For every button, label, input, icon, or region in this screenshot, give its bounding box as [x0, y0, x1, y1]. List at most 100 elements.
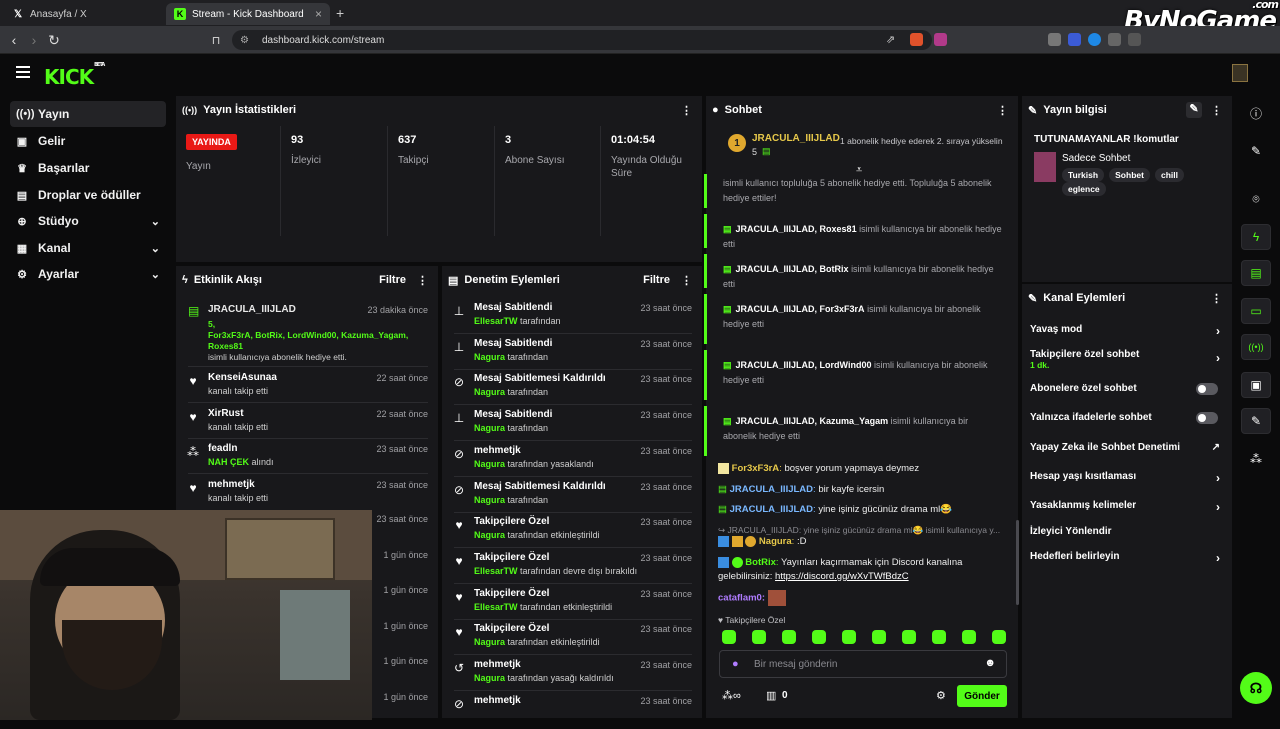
document-icon[interactable]: ▤	[1241, 260, 1271, 286]
support-icon[interactable]: ☊	[1240, 672, 1272, 704]
more-options-icon[interactable]: ⋮	[997, 104, 1008, 117]
more-options-icon[interactable]: ⋮	[681, 104, 692, 117]
new-tab-button[interactable]: +	[336, 5, 344, 21]
moderator-name[interactable]: Nagura	[474, 387, 505, 397]
action-ai-moderation[interactable]: Yapay Zeka ile Sohbet Denetimi ↗	[1030, 442, 1226, 456]
gifter-name[interactable]: JRACULA_IIIJLAD	[736, 304, 815, 314]
moderator-name[interactable]: EllesarTW	[474, 316, 518, 326]
reload-icon[interactable]: ↻	[46, 32, 62, 48]
lightning-icon[interactable]: ϟ	[1241, 224, 1271, 250]
rewards-icon[interactable]	[934, 33, 947, 46]
tab-kick-dashboard[interactable]: K Stream - Kick Dashboard ×	[166, 3, 330, 25]
emote-icon[interactable]	[962, 630, 976, 644]
moderator-name[interactable]: Nagura	[474, 495, 505, 505]
emote-icon[interactable]	[932, 630, 946, 644]
toggle-switch[interactable]	[1196, 412, 1218, 424]
toggle-switch[interactable]	[1196, 383, 1218, 395]
wrench-icon[interactable]: ✎	[1241, 408, 1271, 434]
kick-logo[interactable]: KICKBETA	[44, 62, 105, 89]
brave-shield-icon[interactable]	[910, 33, 923, 46]
gifter-name[interactable]: JRACULA_IIIJLAD	[736, 264, 815, 274]
back-icon[interactable]: ‹	[6, 32, 22, 48]
sidebar-toggle-icon[interactable]	[1128, 33, 1141, 46]
pencil-icon[interactable]: ✎	[1241, 138, 1271, 164]
emote-icon[interactable]	[722, 630, 736, 644]
kicks-icon[interactable]: ⁂	[1241, 446, 1271, 472]
recipient-name[interactable]: BotRix	[820, 264, 849, 274]
gifter-name[interactable]: JRACULA_IIIJLAD	[736, 416, 815, 426]
emote-icon[interactable]	[782, 630, 796, 644]
moderator-name[interactable]: Nagura	[474, 423, 505, 433]
share-icon[interactable]: ⇗	[886, 33, 899, 46]
emote-icon[interactable]	[992, 630, 1006, 644]
filter-button[interactable]: Filtre	[643, 274, 670, 286]
moderator-name[interactable]: EllesarTW	[474, 566, 518, 576]
more-options-icon[interactable]: ⋮	[1211, 104, 1222, 117]
action-account-age[interactable]: Hesap yaşı kısıtlaması ›	[1030, 471, 1226, 485]
chat-icon[interactable]: ▭	[1241, 298, 1271, 324]
action-goals[interactable]: Hedefleri belirleyin ›	[1030, 551, 1226, 565]
tag[interactable]: Sohbet	[1109, 168, 1150, 182]
info-icon[interactable]: ⓘ	[1241, 100, 1271, 126]
tag[interactable]: eglence	[1062, 182, 1106, 196]
chat-scrollbar[interactable]	[1016, 520, 1019, 605]
moderator-name[interactable]: Nagura	[474, 459, 505, 469]
action-followers-only[interactable]: Takipçilere özel sohbet 1 dk. ›	[1030, 349, 1226, 373]
microphone-icon[interactable]: ●	[732, 658, 739, 670]
extension-icon[interactable]	[1088, 33, 1101, 46]
puzzle-icon[interactable]	[1108, 33, 1121, 46]
chat-input[interactable]: ● Bir mesaj gönderin ☻	[719, 650, 1007, 678]
sidebar-item-ayarlar[interactable]: ⚙ Ayarlar ⌄	[10, 261, 166, 287]
edit-icon[interactable]: ✎	[1186, 102, 1202, 118]
gifter-name[interactable]: JRACULA_IIIJLAD	[736, 224, 815, 234]
sidebar-item-gelir[interactable]: ▣ Gelir	[10, 128, 166, 154]
emoji-icon[interactable]: ☻	[984, 657, 996, 669]
sidebar-item-studyo[interactable]: ⊕ Stüdyo ⌄	[10, 208, 166, 234]
bookmark-icon[interactable]: ⊓	[208, 32, 224, 48]
action-slow-mode[interactable]: Yavaş mod ›	[1030, 324, 1226, 338]
extension-icon[interactable]	[1048, 33, 1061, 46]
kicks-icon[interactable]: ⁂∞	[722, 689, 741, 702]
more-options-icon[interactable]: ⋮	[681, 274, 692, 287]
forward-icon[interactable]: ›	[26, 32, 42, 48]
chat-user[interactable]: For3xF3rA	[732, 463, 780, 474]
sidebar-item-droplar[interactable]: ▤ Droplar ve ödüller	[10, 182, 166, 208]
chat-user[interactable]: cataflam0:	[718, 593, 765, 604]
recipient-name[interactable]: For3xF3rA	[820, 304, 865, 314]
capture-icon[interactable]: ⌾	[1241, 186, 1271, 212]
recipient-name[interactable]: Kazuma_Yagam	[820, 416, 889, 426]
avatar[interactable]	[1232, 64, 1248, 82]
category-name[interactable]: Sadece Sohbet	[1062, 153, 1130, 164]
layout-icon[interactable]: ▣	[1241, 372, 1271, 398]
chat-user[interactable]: BotRix	[745, 557, 776, 568]
settings-icon[interactable]: ⚙	[936, 689, 946, 702]
menu-icon[interactable]	[16, 66, 30, 78]
url-field[interactable]: ⚙ dashboard.kick.com/stream	[232, 30, 932, 50]
recipient-name[interactable]: Roxes81	[820, 224, 857, 234]
action-banned-words[interactable]: Yasaklanmış kelimeler ›	[1030, 500, 1226, 514]
recipient-name[interactable]: LordWind00	[820, 360, 872, 370]
moderator-name[interactable]: EllesarTW	[474, 602, 518, 612]
more-options-icon[interactable]: ⋮	[417, 274, 428, 287]
gifter-name[interactable]: JRACULA_IIIJLAD	[736, 360, 815, 370]
moderator-name[interactable]: Nagura	[474, 530, 505, 540]
sidebar-item-yayin[interactable]: ((•)) Yayın	[10, 101, 166, 127]
more-options-icon[interactable]: ⋮	[1211, 292, 1222, 305]
discord-link[interactable]: https://discord.gg/wXvTWfBdzC	[775, 571, 909, 582]
sidebar-item-basarilar[interactable]: ♛ Başarılar	[10, 155, 166, 181]
tab-x[interactable]: 𝕏 Anasayfa / X	[4, 3, 164, 25]
moderator-name[interactable]: Nagura	[474, 673, 505, 683]
site-info-icon[interactable]: ⚙	[240, 35, 249, 46]
emote-icon[interactable]	[842, 630, 856, 644]
filter-button[interactable]: Filtre	[379, 274, 406, 286]
chat-user[interactable]: JRACULA_IIIJLAD	[730, 484, 813, 495]
moderator-name[interactable]: Nagura	[474, 637, 505, 647]
tag[interactable]: Turkish	[1062, 168, 1105, 182]
tag[interactable]: chill	[1155, 168, 1185, 182]
gift-box-icon[interactable]: ▥	[766, 689, 776, 702]
close-tab-icon[interactable]: ×	[315, 7, 322, 21]
emote-icon[interactable]	[902, 630, 916, 644]
emote-icon[interactable]	[752, 630, 766, 644]
extension-icon[interactable]	[1068, 33, 1081, 46]
send-button[interactable]: Gönder	[957, 685, 1007, 707]
